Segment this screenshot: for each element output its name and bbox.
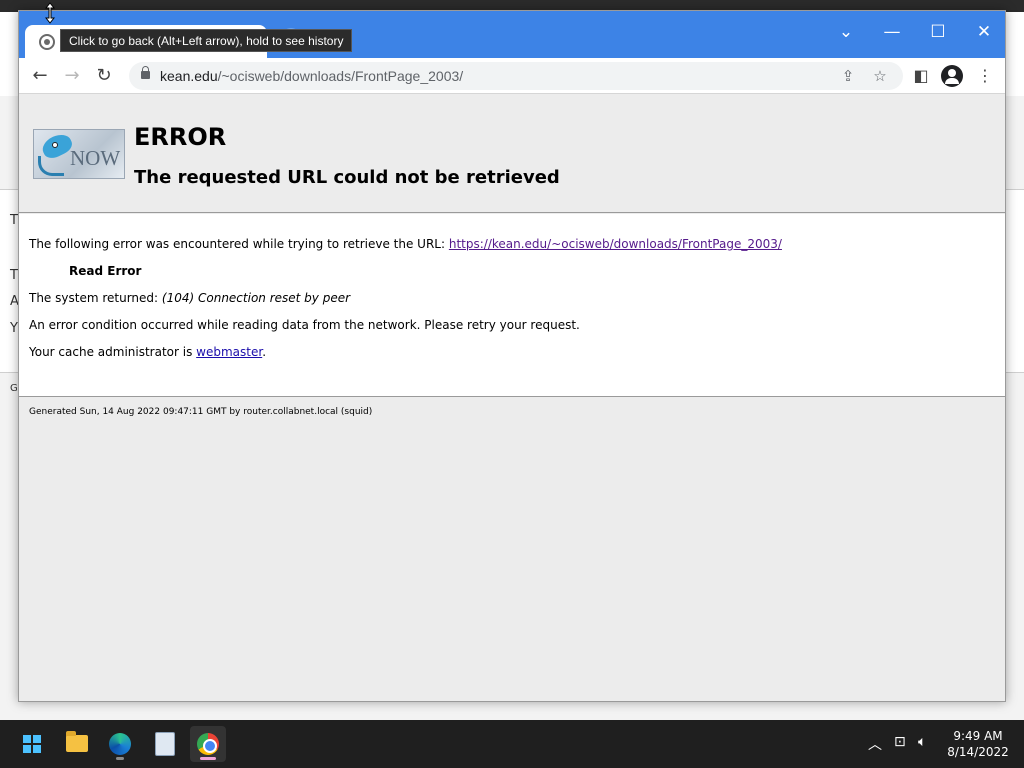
back-button-tooltip: Click to go back (Alt+Left arrow), hold … xyxy=(60,29,353,52)
cache-admin-line: Your cache administrator is webmaster. xyxy=(29,345,266,359)
browser-toolbar: ← → ↻ kean.edu/~ocisweb/downloads/FrontP… xyxy=(19,58,1005,94)
start-button[interactable] xyxy=(14,726,50,762)
webmaster-link[interactable]: webmaster xyxy=(196,345,262,359)
windows-start-icon xyxy=(23,735,41,753)
cache-admin-suffix: . xyxy=(262,345,267,359)
menu-kebab-icon[interactable]: ⋮ xyxy=(973,64,997,88)
resize-cursor-icon xyxy=(45,2,55,24)
share-icon[interactable]: ⇪ xyxy=(837,65,859,87)
error-subtitle: The requested URL could not be retrieved xyxy=(134,167,560,188)
error-url-link[interactable]: https://kean.edu/~ocisweb/downloads/Fron… xyxy=(449,237,782,251)
system-returned-label: The system returned: xyxy=(29,291,159,305)
minimize-icon[interactable]: — xyxy=(875,17,909,47)
error-title: ERROR xyxy=(134,123,227,151)
running-indicator xyxy=(116,757,124,760)
background-text: G xyxy=(10,383,18,394)
maximize-icon[interactable]: ☐ xyxy=(921,17,955,47)
system-returned-value: (104) Connection reset by peer xyxy=(161,291,351,305)
profile-avatar-icon[interactable] xyxy=(941,65,963,87)
show-hidden-icons-chevron-icon[interactable]: ︿ xyxy=(868,734,882,754)
url-domain: kean.edu xyxy=(160,68,218,84)
cache-admin-prefix: Your cache administrator is xyxy=(29,345,193,359)
tab-favicon-icon xyxy=(39,34,55,50)
taskbar-clock[interactable]: 9:49 AM 8/14/2022 xyxy=(940,728,1016,760)
taskbar-chrome[interactable] xyxy=(190,726,226,762)
close-icon[interactable]: ✕ xyxy=(967,17,1001,47)
bookmark-star-icon[interactable]: ☆ xyxy=(869,65,891,87)
browser-window: ⌄ — ☐ ✕ ← → ↻ kean.edu/~ocisweb/download… xyxy=(18,10,1006,702)
background-text: Y xyxy=(10,321,18,336)
clock-date: 8/14/2022 xyxy=(947,745,1009,759)
error-body: The following error was encountered whil… xyxy=(19,214,1005,397)
edge-icon xyxy=(109,733,131,755)
error-header: NOW ERROR The requested URL could not be… xyxy=(19,95,1005,213)
taskbar-app[interactable] xyxy=(147,726,183,762)
page-content: NOW ERROR The requested URL could not be… xyxy=(19,95,1005,701)
forward-arrow-icon[interactable]: → xyxy=(59,64,85,88)
lock-icon[interactable] xyxy=(141,66,150,79)
error-condition-text: An error condition occurred while readin… xyxy=(29,318,580,332)
generated-footer: Generated Sun, 14 Aug 2022 09:47:11 GMT … xyxy=(29,407,373,417)
error-intro-text: The following error was encountered whil… xyxy=(29,237,446,251)
squid-tentacles xyxy=(38,156,64,176)
error-name: Read Error xyxy=(69,264,142,278)
taskbar: ︿ ⊡ 🔈︎ 9:49 AM 8/14/2022 xyxy=(0,720,1024,768)
reload-icon[interactable]: ↻ xyxy=(91,64,117,88)
network-icon[interactable]: ⊡ xyxy=(894,734,906,750)
background-text: T xyxy=(10,213,18,228)
error-intro-line: The following error was encountered whil… xyxy=(29,237,782,251)
squid-eye xyxy=(52,142,58,148)
volume-icon[interactable]: 🔈︎ xyxy=(918,734,926,750)
chrome-icon xyxy=(197,733,219,755)
logo-text: NOW xyxy=(70,146,121,170)
app-icon xyxy=(155,732,175,756)
active-indicator xyxy=(200,757,216,760)
background-text: T xyxy=(10,268,18,283)
url-path: /~ocisweb/downloads/FrontPage_2003/ xyxy=(217,68,464,84)
taskbar-file-explorer[interactable] xyxy=(59,726,95,762)
squid-logo: NOW xyxy=(33,129,125,179)
system-returned-line: The system returned: (104) Connection re… xyxy=(29,291,350,305)
file-explorer-icon xyxy=(66,731,88,752)
address-bar-url[interactable]: kean.edu/~ocisweb/downloads/FrontPage_20… xyxy=(160,68,463,84)
clock-time: 9:49 AM xyxy=(953,729,1003,743)
taskbar-edge[interactable] xyxy=(102,726,138,762)
address-bar[interactable]: kean.edu/~ocisweb/downloads/FrontPage_20… xyxy=(129,62,903,90)
tab-search-icon[interactable]: ⌄ xyxy=(829,17,863,47)
back-arrow-icon[interactable]: ← xyxy=(27,64,53,88)
side-panel-icon[interactable]: ◧ xyxy=(909,64,933,88)
